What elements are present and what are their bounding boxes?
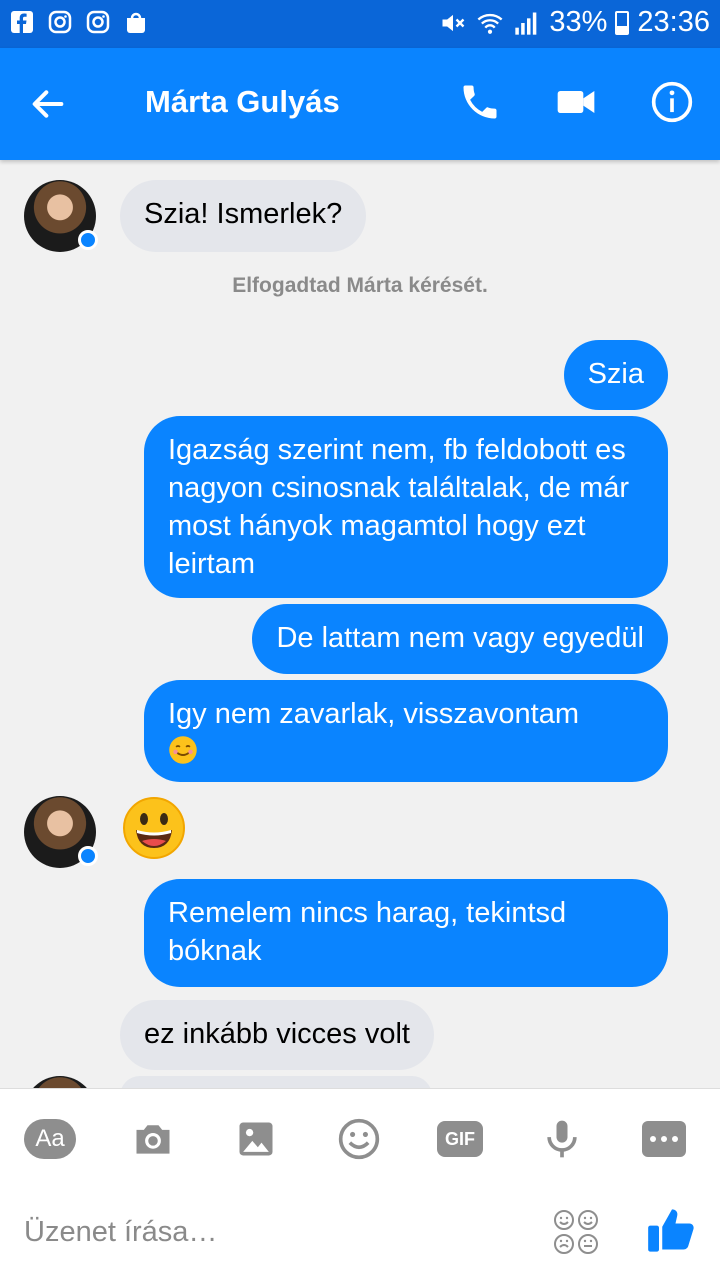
outgoing-message[interactable]: Szia — [563, 340, 668, 410]
back-arrow-icon[interactable] — [28, 84, 68, 124]
phone-icon[interactable] — [458, 80, 502, 124]
outgoing-message[interactable]: Igazság szerint nem, fb feldobott es nag… — [144, 416, 668, 598]
instagram-icon — [84, 8, 112, 36]
sticker-faces-icon[interactable] — [552, 1208, 600, 1256]
conversation-header: Márta Gulyás — [0, 48, 720, 160]
text-format-label: Aa — [24, 1119, 76, 1159]
outgoing-message[interactable]: Remelem nincs harag, tekintsd bóknak — [144, 879, 668, 987]
info-icon[interactable] — [650, 80, 694, 124]
gif-button[interactable]: GIF — [434, 1113, 486, 1165]
grinning-face-emoji[interactable] — [122, 796, 186, 860]
outgoing-message[interactable]: De lattam nem vagy egyedül — [252, 604, 668, 674]
message-input[interactable] — [24, 1210, 524, 1254]
messenger-badge-icon — [78, 230, 98, 250]
outgoing-message[interactable]: Igy nem zavarlak, visszavontam — [144, 680, 668, 782]
composer-toolbar: Aa GIF — [0, 1088, 720, 1185]
status-bar: 33% 23:36 — [0, 0, 720, 48]
contact-name[interactable]: Márta Gulyás — [145, 84, 340, 120]
thumbs-up-icon[interactable] — [646, 1204, 698, 1256]
incoming-message[interactable]: ez inkább vicces volt — [120, 1000, 434, 1070]
facebook-icon — [8, 8, 36, 36]
smiling-face-emoji — [168, 735, 198, 765]
emoji-icon[interactable] — [333, 1113, 385, 1165]
messenger-badge-icon — [78, 846, 98, 866]
text-format-button[interactable]: Aa — [24, 1113, 76, 1165]
avatar[interactable] — [24, 1076, 96, 1088]
image-icon[interactable] — [230, 1113, 282, 1165]
more-icon[interactable] — [638, 1113, 690, 1165]
battery-icon — [615, 10, 630, 35]
wifi-icon — [477, 13, 503, 34]
mute-icon — [442, 14, 465, 31]
incoming-message-partial[interactable] — [120, 1076, 432, 1088]
system-note: Elfogadtad Márta kérését. — [232, 274, 488, 297]
message-input-bar — [0, 1184, 720, 1280]
clock: 23:36 — [637, 6, 710, 38]
signal-icon — [515, 12, 537, 35]
camera-icon[interactable] — [127, 1113, 179, 1165]
microphone-icon[interactable] — [536, 1113, 588, 1165]
incoming-message[interactable]: Szia! Ismerlek? — [120, 180, 367, 252]
avatar[interactable] — [24, 180, 98, 252]
avatar[interactable] — [24, 796, 98, 868]
instagram-icon — [46, 8, 74, 36]
video-camera-icon[interactable] — [554, 80, 598, 124]
galaxy-store-icon — [122, 8, 150, 36]
message-text: Igy nem zavarlak, visszavontam — [168, 698, 579, 730]
message-list[interactable]: Szia! Ismerlek? Elfogadtad Márta kérését… — [0, 160, 720, 1088]
more-dots-icon — [642, 1121, 686, 1157]
gif-label: GIF — [437, 1121, 483, 1157]
battery-percent: 33% — [549, 6, 608, 38]
